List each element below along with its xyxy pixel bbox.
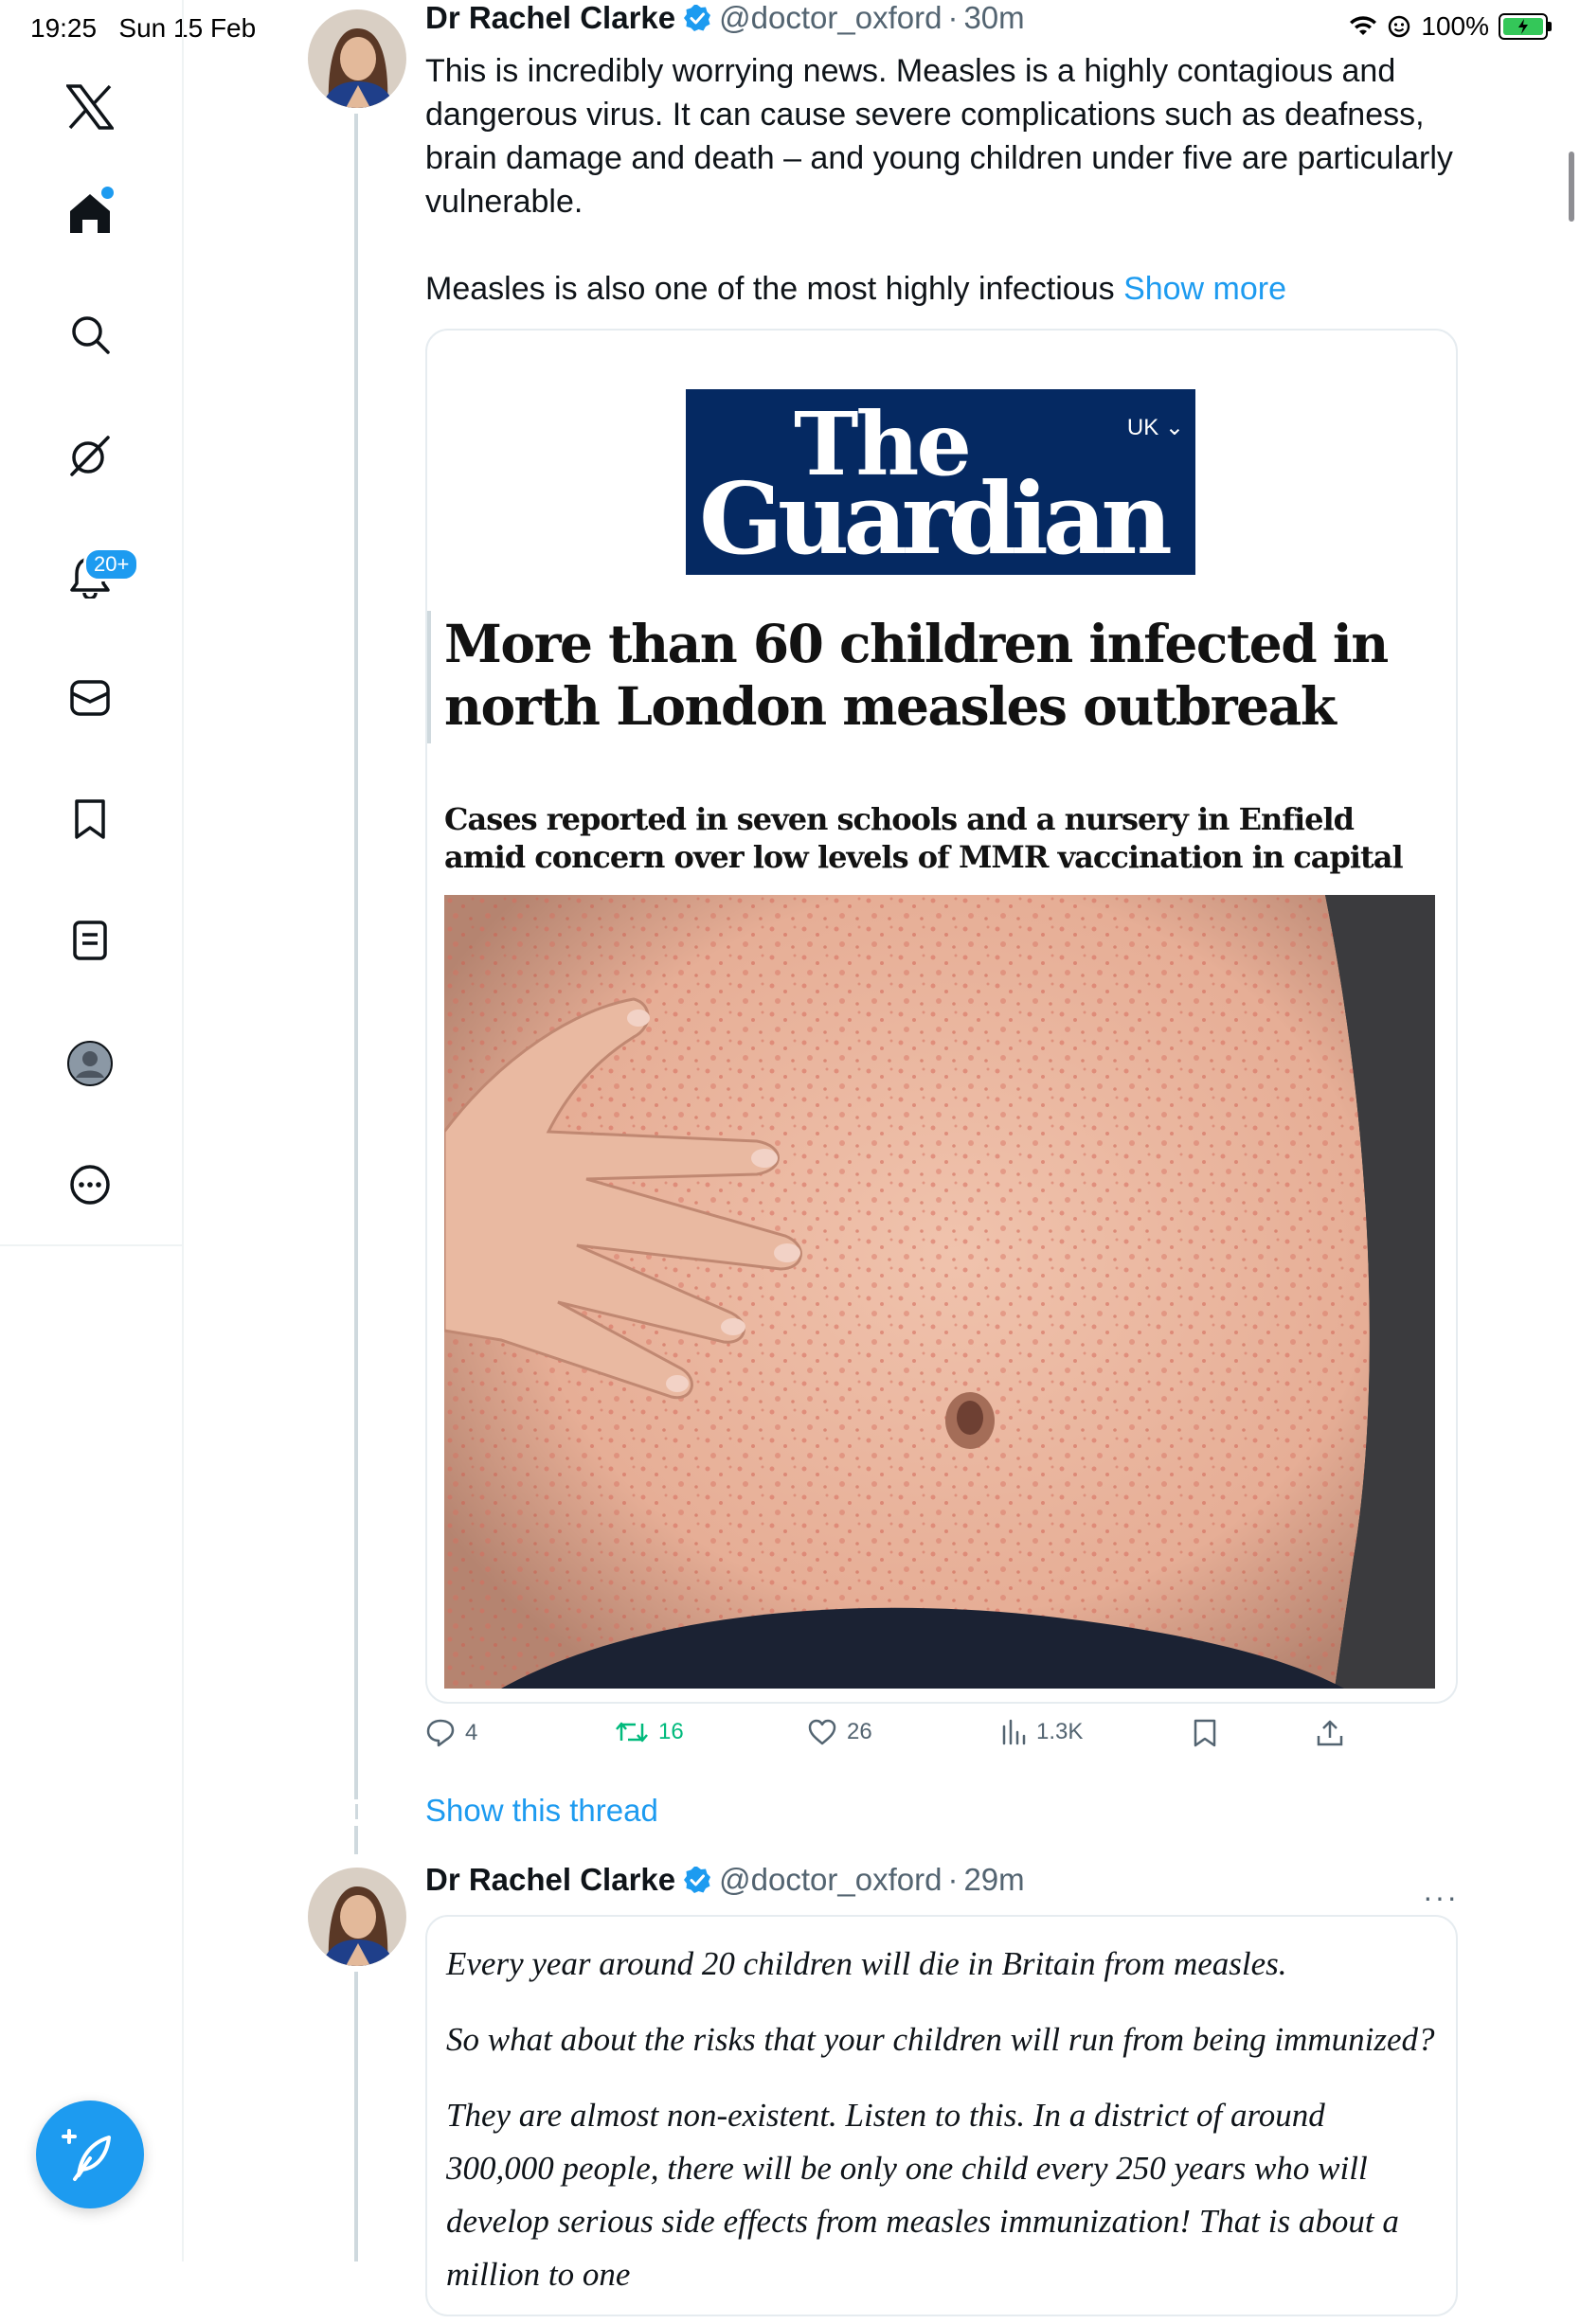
- like-button[interactable]: 26: [807, 1719, 872, 1745]
- repost-button[interactable]: 16: [615, 1719, 684, 1745]
- focus-icon: [1389, 15, 1410, 38]
- share-icon: [1317, 1720, 1343, 1746]
- home-unread-dot: [101, 187, 114, 199]
- battery-icon: [1499, 13, 1552, 40]
- article-photo: [444, 895, 1435, 1689]
- quote-paragraph-3: They are almost non-existent. Listen to …: [446, 2097, 1399, 2293]
- wifi-icon: [1350, 16, 1377, 35]
- author-handle[interactable]: @doctor_oxford: [719, 0, 942, 36]
- separator-dot: ·: [947, 1862, 959, 1897]
- tweet-paragraph-text: Measles is also one of the most highly i…: [425, 271, 1115, 307]
- guardian-logo: The Guardian UK ⌄: [686, 389, 1195, 575]
- article-card[interactable]: The Guardian UK ⌄ More than 60 children …: [425, 329, 1458, 1704]
- tweet-more-options[interactable]: ···: [1423, 1880, 1459, 1915]
- quote-paragraph-2: So what about the risks that your childr…: [446, 2021, 1435, 2058]
- views-chart-icon: [1002, 1719, 1026, 1745]
- author-handle[interactable]: @doctor_oxford: [719, 1862, 942, 1898]
- compose-button[interactable]: [36, 2101, 144, 2208]
- status-icons: 100%: [1349, 11, 1552, 42]
- tweet-paragraph-2: Measles is also one of the most highly i…: [425, 267, 1477, 311]
- author-name[interactable]: Dr Rachel Clarke: [425, 0, 675, 36]
- article-headline: More than 60 children infected in north …: [444, 613, 1389, 737]
- headline-rule: [427, 611, 431, 743]
- view-count: 1.3K: [1036, 1719, 1084, 1744]
- scrollbar[interactable]: [1569, 152, 1574, 222]
- tweet-header: Dr Rachel Clarke @doctor_oxford · 30m: [425, 0, 1025, 36]
- compose-feather-icon: [62, 2129, 111, 2181]
- quoted-text: Every year around 20 children will die i…: [446, 1938, 1441, 2324]
- quoted-text-card[interactable]: Every year around 20 children will die i…: [425, 1915, 1458, 2316]
- share-button[interactable]: [1316, 1719, 1344, 1747]
- guardian-logo-line2: Guardian: [699, 460, 1173, 577]
- thread-line: [354, 114, 358, 1799]
- avatar-2[interactable]: [308, 1868, 406, 1966]
- x-logo-icon[interactable]: [57, 74, 123, 140]
- grok-icon[interactable]: [57, 422, 123, 489]
- repost-count: 16: [658, 1719, 684, 1744]
- tweet-paragraph: This is incredibly worrying news. Measle…: [425, 53, 1453, 220]
- tweet-timestamp[interactable]: 29m: [963, 1862, 1024, 1898]
- tweet-timestamp[interactable]: 30m: [963, 0, 1024, 36]
- thread-line-lower: [354, 1972, 358, 2261]
- verified-badge-icon: [684, 5, 711, 31]
- bookmark-icon: [1194, 1719, 1216, 1747]
- views-button[interactable]: 1.3K: [1000, 1719, 1083, 1745]
- thread-line-connector: [354, 1826, 358, 1854]
- show-more-link[interactable]: Show more: [1123, 271, 1286, 307]
- reply-count: 4: [465, 1720, 478, 1745]
- tweet-actions: 4 16 26 1.3K: [425, 1719, 1373, 1757]
- sidebar-divider: [0, 1244, 182, 1246]
- author-name[interactable]: Dr Rachel Clarke: [425, 1862, 675, 1898]
- messages-icon[interactable]: [57, 665, 123, 731]
- search-icon[interactable]: [57, 301, 123, 367]
- verified-badge-icon: [684, 1867, 711, 1893]
- avatar[interactable]: [308, 9, 406, 108]
- heart-icon: [808, 1719, 836, 1745]
- bookmark-button[interactable]: [1193, 1719, 1217, 1747]
- battery-percent: 100%: [1421, 11, 1489, 41]
- separator-dot: ·: [947, 0, 959, 35]
- article-standfirst: Cases reported in seven schools and a nu…: [444, 801, 1404, 875]
- more-icon[interactable]: [57, 1152, 123, 1218]
- bookmarks-icon[interactable]: [57, 786, 123, 852]
- like-count: 26: [847, 1719, 872, 1744]
- quote-paragraph-1: Every year around 20 children will die i…: [446, 1945, 1287, 1982]
- show-thread-link[interactable]: Show this thread: [425, 1793, 658, 1829]
- repost-icon: [616, 1722, 648, 1743]
- profile-icon[interactable]: [57, 1030, 123, 1097]
- reply-icon: [426, 1719, 455, 1747]
- edition-selector: UK ⌄: [1126, 415, 1184, 440]
- thread-line-dots: [355, 1804, 358, 1819]
- reply-button[interactable]: 4: [425, 1719, 477, 1747]
- notifications-badge: 20+: [83, 547, 140, 581]
- tweet-text: This is incredibly worrying news. Measle…: [425, 49, 1477, 311]
- lists-icon[interactable]: [57, 907, 123, 974]
- tweet-header-2: Dr Rachel Clarke @doctor_oxford · 29m: [425, 1862, 1025, 1898]
